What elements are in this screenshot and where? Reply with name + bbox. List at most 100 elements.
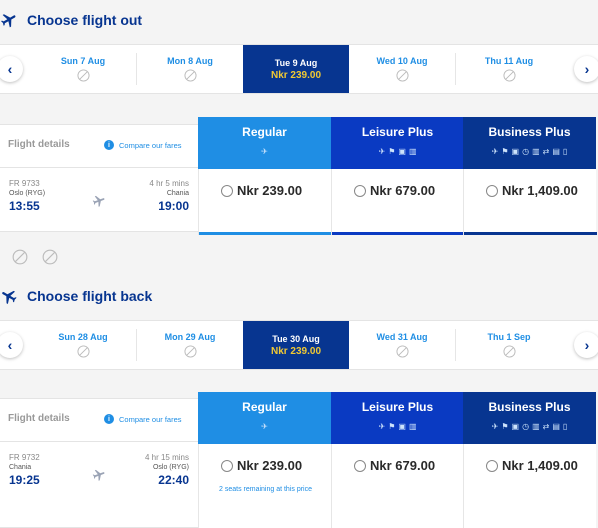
destination: Oslo (RYG) bbox=[152, 464, 189, 471]
fare-name: Leisure Plus bbox=[361, 125, 434, 139]
plane-icon: ✈ bbox=[261, 147, 268, 156]
fare-features: ✈ ⚑ ▣ ▥ bbox=[331, 147, 464, 156]
phone-icon: ▯ bbox=[562, 422, 568, 431]
plane-icon: ✈ bbox=[378, 147, 386, 156]
flight-details-label: Flight details bbox=[8, 413, 70, 424]
duration: 4 hr 5 mins bbox=[149, 179, 189, 188]
origin: Chania bbox=[9, 464, 32, 471]
outbound-date-0[interactable]: Sun 7 Aug bbox=[30, 45, 136, 93]
compare-fares-link[interactable]: i Compare our fares bbox=[104, 414, 182, 424]
fare-header-leisure: Leisure Plus ✈ ⚑ ▣ ▥ bbox=[331, 117, 464, 169]
fare-features: ✈ ⚑ ▣ ◷ ▥ ⇄ ▤ ▯ bbox=[463, 147, 596, 156]
departure-time: 13:55 bbox=[9, 199, 40, 213]
no-flight-icon bbox=[76, 69, 90, 82]
outbound-date-1[interactable]: Mon 8 Aug bbox=[137, 45, 243, 93]
return-date-selected[interactable]: Tue 30 Aug Nkr 239.00 bbox=[243, 321, 349, 369]
no-flight-icon bbox=[395, 69, 409, 82]
flight-number: FR 9732 bbox=[9, 453, 40, 462]
return-date-0[interactable]: Sun 28 Aug bbox=[30, 321, 136, 369]
return-fare-business[interactable]: Nkr 1,409.00 bbox=[463, 444, 596, 528]
priority-icon: ⚑ bbox=[388, 422, 396, 431]
fare-features: ✈ ⚑ ▣ ◷ ▥ ⇄ ▤ ▯ bbox=[463, 422, 596, 431]
arrival-time: 22:40 bbox=[158, 473, 189, 487]
chevron-right-icon[interactable]: › bbox=[574, 332, 598, 358]
return-date-3[interactable]: Wed 31 Aug bbox=[349, 321, 455, 369]
date-label: Mon 8 Aug bbox=[167, 56, 213, 66]
no-flight-icon bbox=[183, 69, 197, 82]
outbound-date-3[interactable]: Wed 10 Aug bbox=[349, 45, 455, 93]
fare-header-business: Business Plus ✈ ⚑ ▣ ◷ ▥ ⇄ ▤ ▯ bbox=[463, 392, 596, 444]
arrival-time: 19:00 bbox=[158, 199, 189, 213]
departure-time: 19:25 bbox=[9, 473, 40, 487]
outbound-fare-leisure[interactable]: Nkr 679.00 bbox=[331, 169, 465, 235]
seat-icon: ▥ bbox=[408, 422, 417, 431]
fare-radio[interactable] bbox=[486, 459, 498, 472]
date-label: Thu 11 Aug bbox=[484, 56, 534, 66]
fare-name: Regular bbox=[242, 400, 287, 414]
duration: 4 hr 15 mins bbox=[144, 453, 189, 462]
return-fare-leisure[interactable]: Nkr 679.00 bbox=[331, 444, 464, 528]
return-date-4[interactable]: Thu 1 Sep bbox=[456, 321, 562, 369]
info-icon: i bbox=[104, 140, 114, 150]
return-fare-regular[interactable]: Nkr 239.00 2 seats remaining at this pri… bbox=[198, 444, 331, 528]
fare-features: ✈ bbox=[198, 422, 331, 431]
fare-header-leisure: Leisure Plus ✈ ⚑ ▣ ▥ bbox=[331, 392, 464, 444]
checkin-icon: ▤ bbox=[552, 422, 560, 431]
return-details-header: Flight details i Compare our fares bbox=[0, 398, 198, 442]
fare-price: Nkr 679.00 bbox=[370, 458, 436, 473]
compare-fares-text: Compare our fares bbox=[119, 140, 182, 150]
fare-header-business: Business Plus ✈ ⚑ ▣ ◷ ▥ ⇄ ▤ ▯ bbox=[463, 117, 596, 169]
return-title: Choose flight back bbox=[27, 288, 153, 304]
fare-price: Nkr 239.00 bbox=[237, 183, 303, 198]
fare-radio[interactable] bbox=[221, 184, 233, 197]
fare-features: ✈ ⚑ ▣ ▥ bbox=[331, 422, 464, 431]
chevron-left-icon[interactable]: ‹ bbox=[0, 56, 23, 82]
plane-depart-icon bbox=[0, 11, 18, 29]
outbound-fare-business[interactable]: Nkr 1,409.00 bbox=[463, 169, 597, 235]
fare-radio[interactable] bbox=[354, 459, 366, 472]
fare-features: ✈ bbox=[198, 147, 331, 156]
plane-icon: ✈ bbox=[491, 147, 499, 156]
plane-icon: ✈ bbox=[378, 422, 386, 431]
fare-radio[interactable] bbox=[354, 184, 366, 197]
fare-radio[interactable] bbox=[221, 459, 233, 472]
flight-status-icons bbox=[12, 249, 58, 265]
return-flight-row[interactable]: FR 9732 Chania 19:25 4 hr 15 mins Oslo (… bbox=[0, 442, 198, 528]
bag-icon: ▣ bbox=[398, 147, 406, 156]
date-label: Wed 10 Aug bbox=[376, 56, 428, 66]
chevron-left-icon[interactable]: ‹ bbox=[0, 332, 23, 358]
priority-icon: ⚑ bbox=[501, 422, 509, 431]
fare-price: Nkr 239.00 bbox=[237, 458, 303, 473]
outbound-date-4[interactable]: Thu 11 Aug bbox=[456, 45, 562, 93]
no-flight-icon bbox=[42, 249, 58, 265]
flex-icon: ⇄ bbox=[542, 422, 550, 431]
date-price: Nkr 239.00 bbox=[270, 345, 322, 357]
compare-fares-link[interactable]: i Compare our fares bbox=[104, 140, 182, 150]
date-label: Tue 9 Aug bbox=[274, 57, 318, 68]
bag-icon: ▣ bbox=[398, 422, 406, 431]
fare-price: Nkr 679.00 bbox=[370, 183, 436, 198]
checkin-icon: ▤ bbox=[552, 147, 560, 156]
outbound-header: Choose flight out bbox=[0, 0, 142, 40]
bag-icon: ▣ bbox=[511, 422, 520, 431]
no-flight-icon bbox=[395, 345, 409, 358]
outbound-date-selected[interactable]: Tue 9 Aug Nkr 239.00 bbox=[243, 45, 349, 93]
date-price: Nkr 239.00 bbox=[270, 69, 322, 81]
no-flight-icon bbox=[502, 345, 516, 358]
info-icon: i bbox=[104, 414, 114, 424]
fare-name: Regular bbox=[242, 125, 287, 139]
outbound-flight-row[interactable]: FR 9733 Oslo (RYG) 13:55 4 hr 5 mins Cha… bbox=[0, 168, 198, 232]
return-date-1[interactable]: Mon 29 Aug bbox=[137, 321, 243, 369]
fare-header-regular: Regular ✈ bbox=[198, 392, 331, 444]
plane-icon: ✈ bbox=[261, 422, 268, 431]
no-flight-icon bbox=[76, 345, 90, 358]
fare-name: Leisure Plus bbox=[361, 400, 434, 414]
date-label: Thu 1 Sep bbox=[487, 332, 531, 342]
chevron-right-icon[interactable]: › bbox=[574, 56, 598, 82]
bag-icon: ▣ bbox=[511, 147, 520, 156]
outbound-fare-regular[interactable]: Nkr 239.00 bbox=[198, 169, 332, 235]
fare-underline bbox=[464, 232, 597, 235]
fare-radio[interactable] bbox=[486, 184, 498, 197]
outbound-title: Choose flight out bbox=[27, 12, 143, 28]
date-label: Mon 29 Aug bbox=[164, 332, 216, 342]
